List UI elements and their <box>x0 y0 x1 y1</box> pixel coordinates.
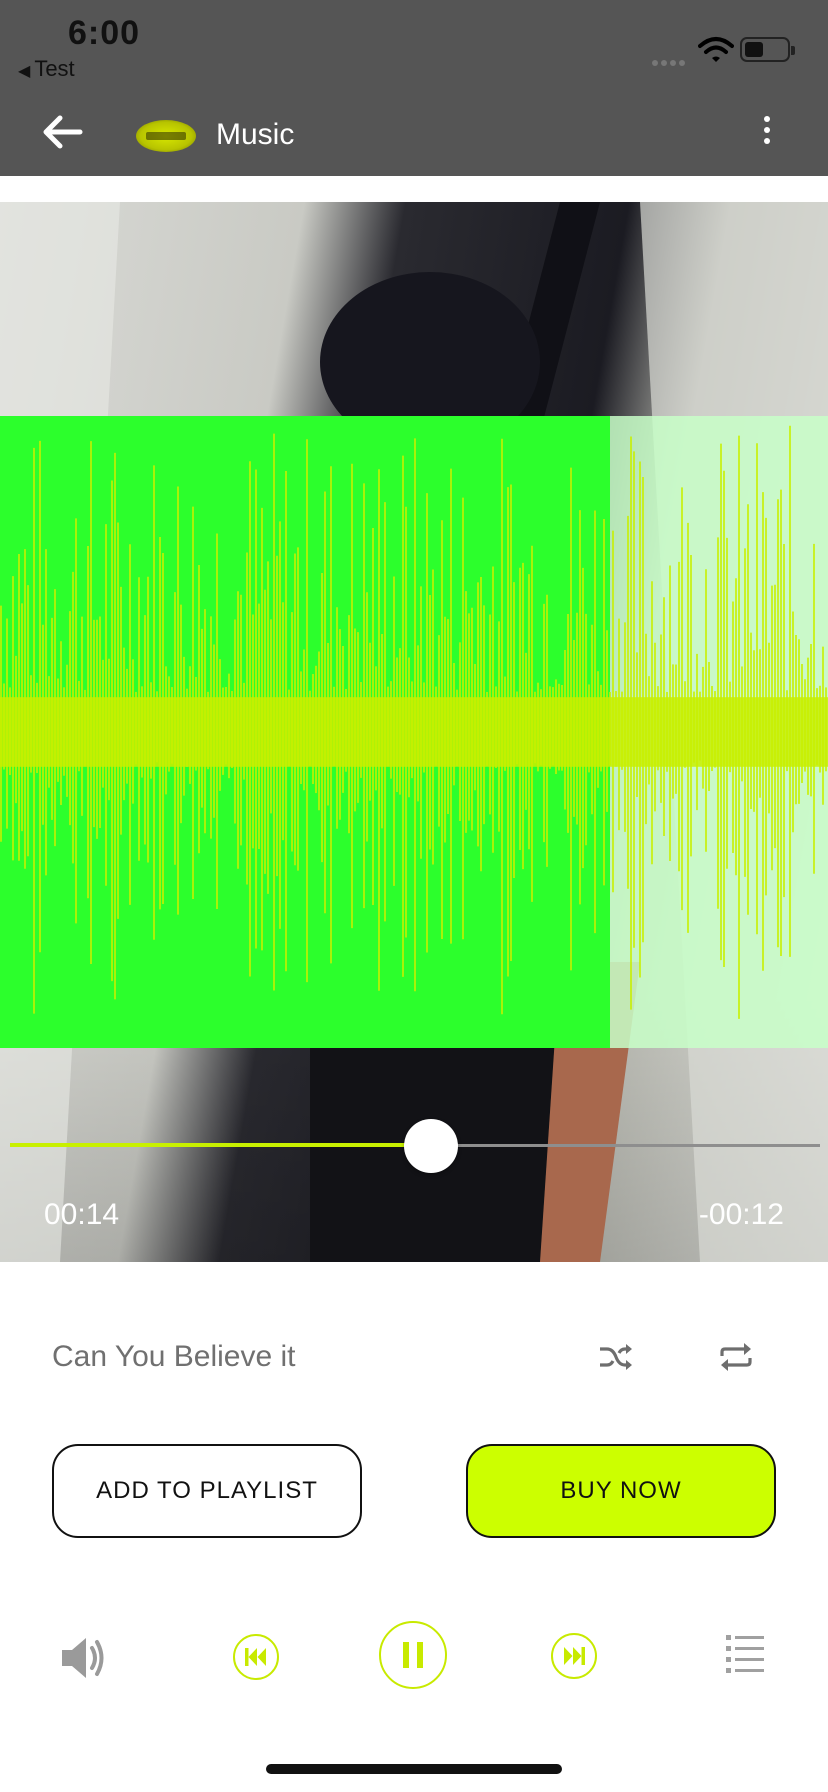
status-back-link[interactable]: ◀ Test <box>18 56 75 82</box>
home-indicator[interactable] <box>266 1764 562 1774</box>
signal-icon <box>652 53 690 66</box>
top-bar: 6:00 ◀ Test Music <box>0 0 828 176</box>
seek-progress <box>10 1143 432 1147</box>
app-logo <box>136 120 196 152</box>
status-back-label: Test <box>34 56 75 81</box>
skip-next-icon[interactable] <box>550 1632 598 1680</box>
seek-bar[interactable] <box>10 1119 820 1173</box>
page-title: Music <box>216 118 295 151</box>
volume-icon[interactable] <box>58 1632 108 1684</box>
seek-thumb[interactable] <box>404 1119 459 1173</box>
status-back-icon: ◀ <box>18 63 31 80</box>
repeat-icon[interactable] <box>718 1340 754 1374</box>
track-title: Can You Believe it <box>52 1340 296 1373</box>
shuffle-icon[interactable] <box>598 1340 634 1374</box>
album-artwork <box>0 202 828 1262</box>
add-to-playlist-button[interactable]: ADD TO PLAYLIST <box>52 1444 362 1538</box>
queue-list-icon[interactable] <box>724 1632 766 1674</box>
buy-now-button[interactable]: BUY NOW <box>466 1444 776 1538</box>
more-vertical-icon[interactable] <box>760 116 774 150</box>
remaining-time: -00:12 <box>698 1198 784 1231</box>
waveform[interactable] <box>0 416 828 1048</box>
skip-previous-icon[interactable] <box>232 1633 280 1681</box>
arrow-left-icon[interactable] <box>40 112 84 152</box>
status-time: 6:00 <box>68 14 141 52</box>
battery-icon <box>740 37 795 62</box>
elapsed-time: 00:14 <box>44 1198 120 1231</box>
wifi-icon <box>698 37 734 62</box>
pause-icon[interactable] <box>378 1620 448 1690</box>
